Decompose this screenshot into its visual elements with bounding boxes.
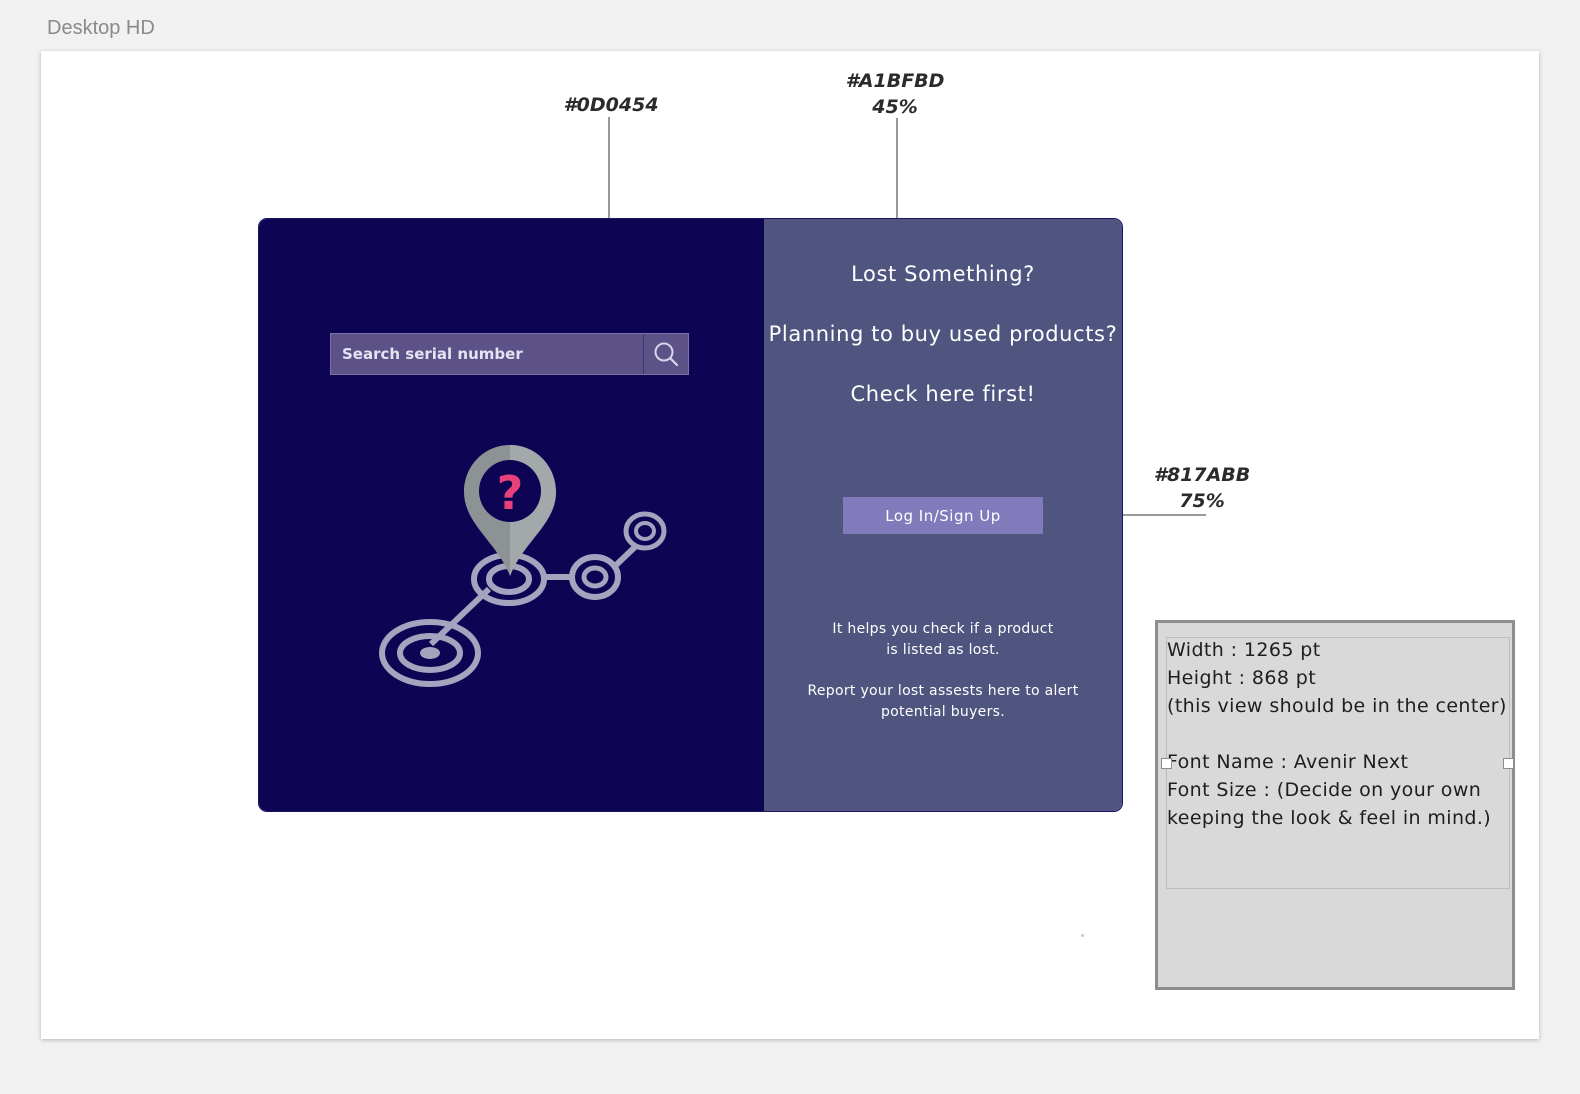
stray-dot [1081, 934, 1084, 937]
spec-height: Height : 868 pt [1167, 667, 1317, 689]
left-panel: ? [259, 219, 764, 811]
right-panel: Lost Something? Planning to buy used pro… [764, 219, 1122, 811]
headline-buy-used: Planning to buy used products? [768, 322, 1118, 346]
annotation-left-color-hex: #0D0454 [563, 94, 659, 116]
spec-font-size-line1: Font Size : (Decide on your own [1167, 779, 1482, 801]
main-card: ? Lost Something? Planning to buy used p… [259, 219, 1122, 811]
spec-font-size-line2: keeping the look & feel in mind.) [1167, 807, 1492, 829]
annotation-button-color-opacity: 75% [1179, 490, 1225, 512]
resize-handle-right[interactable] [1503, 758, 1514, 769]
spec-note-box[interactable]: Width : 1265 pt Height : 868 pt (this vi… [1155, 620, 1515, 990]
info-check-product-line2: is listed as lost. [886, 642, 1000, 658]
spec-width: Width : 1265 pt [1167, 639, 1321, 661]
annotation-right-color: #A1BFBD 45% [830, 68, 960, 120]
search-button[interactable] [643, 334, 688, 374]
info-report-lost-line2: potential buyers. [881, 704, 1005, 720]
spec-font-name: Font Name : Avenir Next [1167, 751, 1409, 773]
headline-lost-something: Lost Something? [851, 262, 1035, 286]
annotation-right-color-hex: #A1BFBD [845, 70, 945, 92]
annotation-button-color: #817ABB 75% [1137, 462, 1267, 514]
resize-handle-left[interactable] [1161, 758, 1172, 769]
annotation-right-color-opacity: 45% [872, 96, 918, 118]
headline-check-here: Check here first! [850, 382, 1036, 406]
annotation-button-color-hex: #817ABB [1153, 464, 1251, 486]
svg-text:?: ? [497, 466, 524, 520]
info-report-lost-line1: Report your lost assests here to alert [807, 683, 1079, 699]
spec-center-note: (this view should be in the center) [1167, 695, 1507, 717]
info-check-product-line1: It helps you check if a product [832, 621, 1054, 637]
location-pin-question-icon: ? [379, 445, 667, 687]
search-icon [654, 342, 679, 367]
info-check-product: It helps you check if a product is liste… [784, 619, 1102, 661]
annotation-left-color: #0D0454 [546, 92, 676, 118]
search-input[interactable] [331, 334, 643, 374]
search-box [330, 333, 689, 375]
info-report-lost: Report your lost assests here to alert p… [784, 681, 1102, 723]
login-signup-button[interactable]: Log In/Sign Up [843, 497, 1043, 534]
